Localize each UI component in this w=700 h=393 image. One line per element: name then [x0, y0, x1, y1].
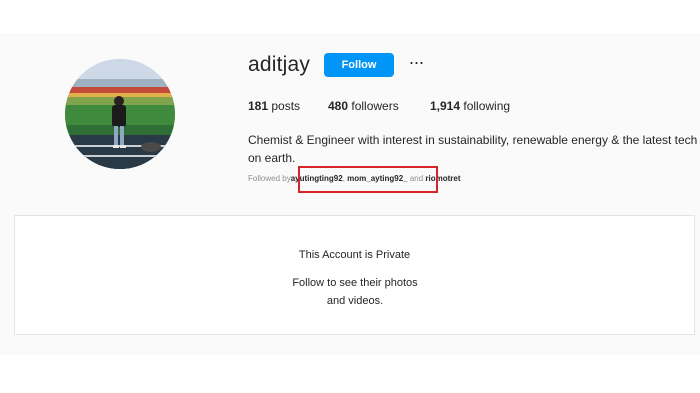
following-count-value: 1,914 [430, 99, 461, 113]
followers-count-value: 480 [328, 99, 349, 113]
private-account-notice: This Account is Private Follow to see th… [14, 215, 695, 335]
followers-count[interactable]: 480 followers [328, 99, 399, 113]
annotation-highlight-box [298, 166, 438, 193]
avatar[interactable] [65, 59, 175, 169]
followers-count-label: followers [351, 99, 399, 113]
private-notice-subtitle: Follow to see their photos and videos. [292, 277, 418, 307]
more-options-icon[interactable]: ··· [405, 53, 427, 74]
avatar-photo [65, 59, 175, 169]
following-count[interactable]: 1,914 following [430, 99, 510, 113]
followed-by-prefix: Followed by [248, 174, 291, 183]
profile-username: aditjay [248, 53, 311, 76]
following-count-label: following [463, 99, 511, 113]
posts-count-label: posts [271, 99, 301, 113]
follow-button[interactable]: Follow [324, 53, 394, 77]
posts-count: 181 posts [248, 99, 300, 113]
profile-bio: Chemist & Engineer with interest in sust… [248, 133, 698, 165]
posts-count-value: 181 [248, 99, 269, 113]
private-notice-title: This Account is Private [298, 249, 411, 261]
